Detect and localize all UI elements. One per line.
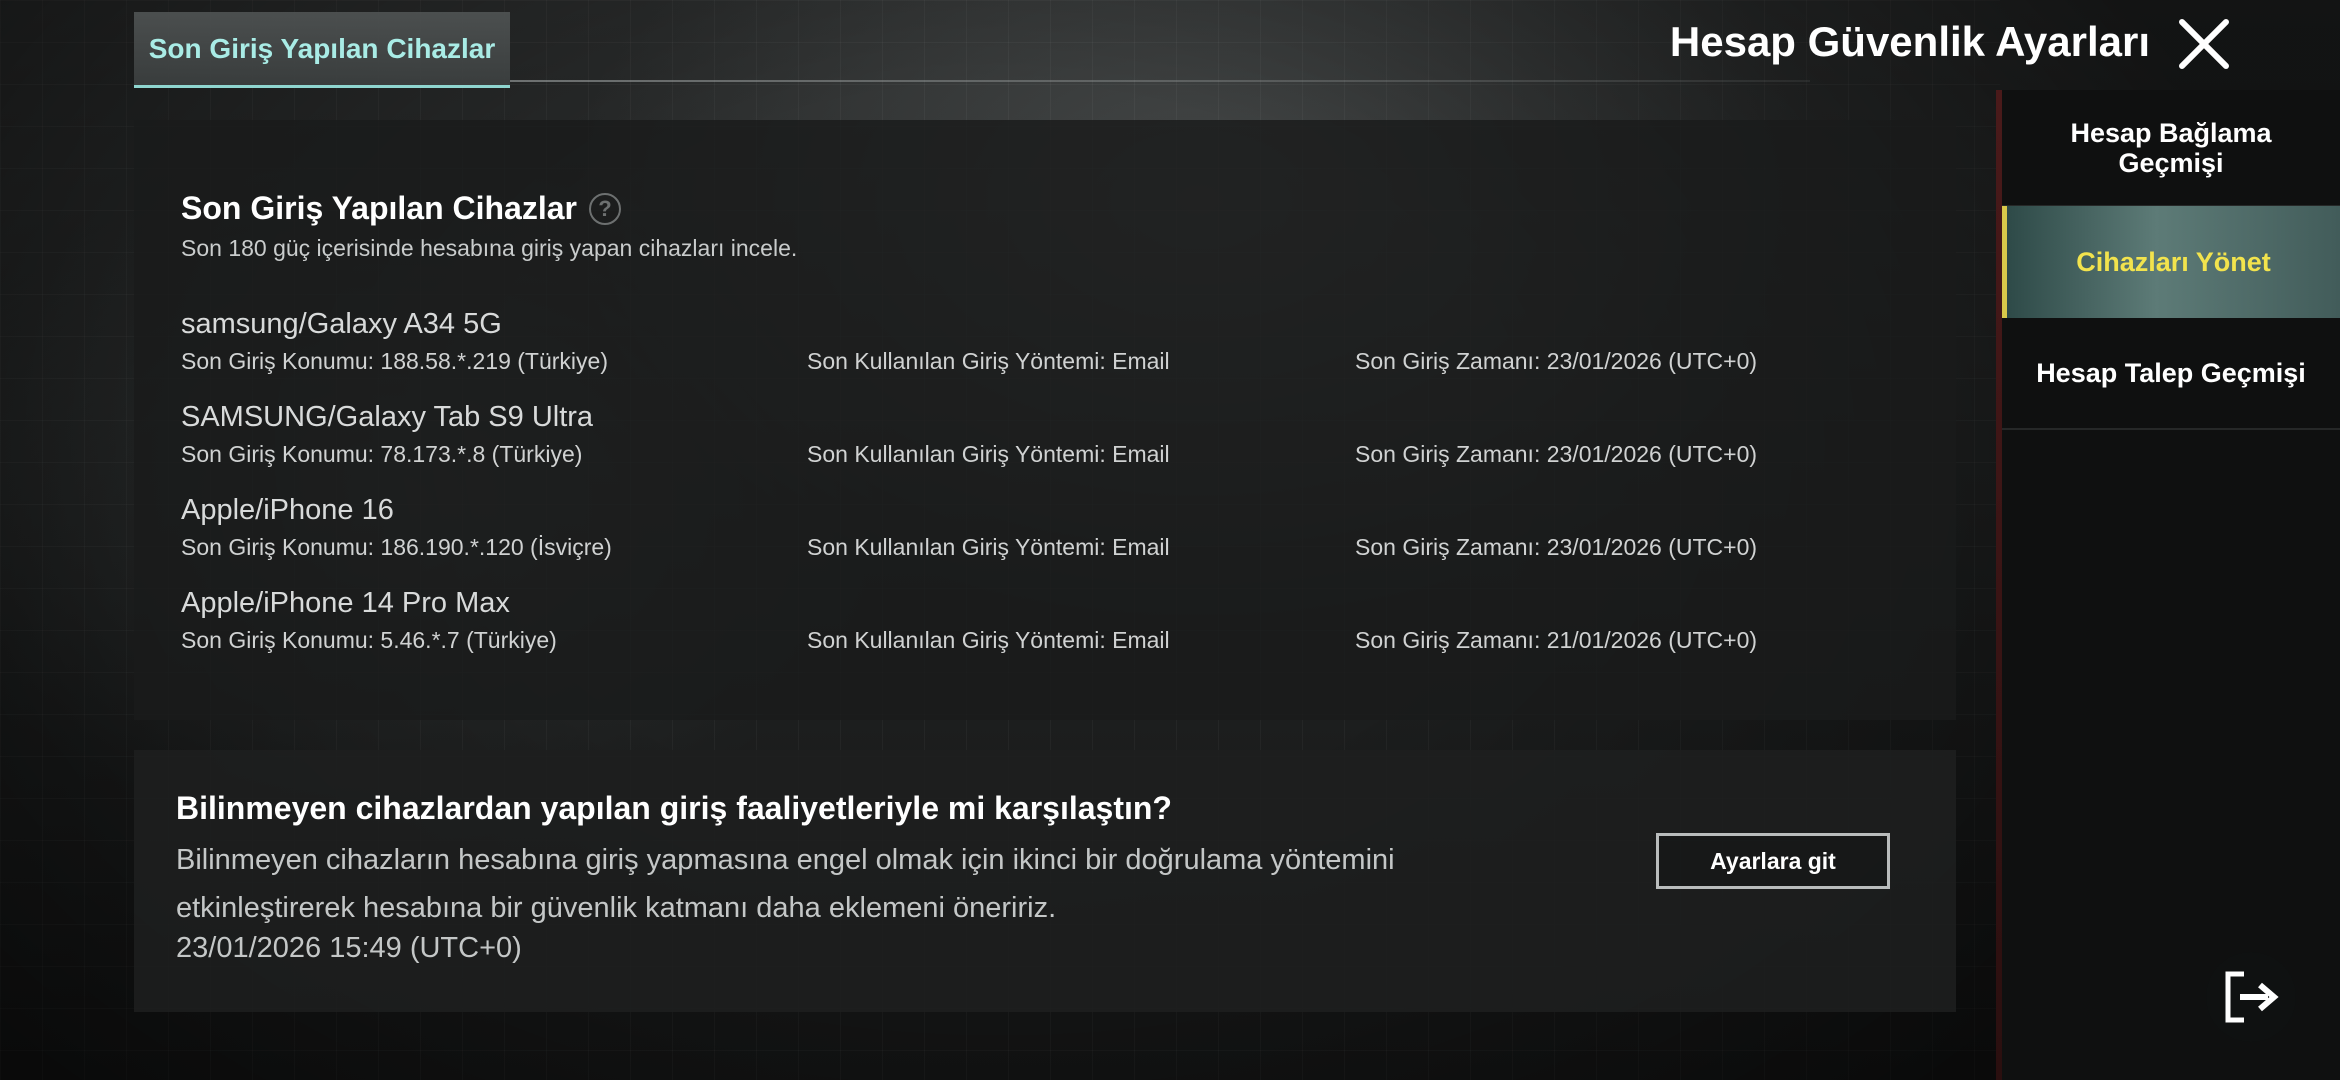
logout-button[interactable] (2206, 952, 2296, 1042)
header-divider (510, 80, 1810, 82)
device-name: samsung/Galaxy A34 5G (181, 308, 502, 340)
device-name: SAMSUNG/Galaxy Tab S9 Ultra (181, 401, 594, 433)
logout-icon (2225, 971, 2279, 1023)
device-login-time: Son Giriş Zamanı: 23/01/2026 (UTC+0) (1355, 348, 1758, 374)
panel-heading: Son Giriş Yapılan Cihazlar ? (181, 190, 621, 227)
page-title: Hesap Güvenlik Ayarları (1669, 18, 2150, 65)
notice-title: Bilinmeyen cihazlardan yapılan giriş faa… (176, 790, 1172, 826)
device-location: Son Giriş Konumu: 188.58.*.219 (Türkiye) (181, 348, 608, 374)
device-login-method: Son Kullanılan Giriş Yöntemi: Email (807, 348, 1170, 374)
device-location: Son Giriş Konumu: 5.46.*.7 (Türkiye) (181, 627, 557, 653)
device-login-time: Son Giriş Zamanı: 23/01/2026 (UTC+0) (1355, 534, 1758, 560)
device-name: Apple/iPhone 16 (181, 494, 394, 526)
sidebar: Hesap Bağlama Geçmişi Cihazları Yönet He… (2002, 90, 2340, 1080)
device-location: Son Giriş Konumu: 78.173.*.8 (Türkiye) (181, 441, 583, 467)
question-circle-icon[interactable]: ? (588, 192, 621, 225)
device-login-method: Son Kullanılan Giriş Yöntemi: Email (807, 441, 1170, 467)
go-to-settings-button[interactable]: Ayarlara git (1656, 833, 1890, 889)
sidebar-item-label: Hesap Bağlama Geçmişi (2070, 117, 2272, 178)
security-notice-panel: Bilinmeyen cihazlardan yapılan giriş faa… (134, 750, 1956, 1012)
notice-body: Bilinmeyen cihazların hesabına giriş yap… (176, 844, 1395, 924)
close-button[interactable] (2176, 16, 2232, 72)
device-item: samsung/Galaxy A34 5G Son Giriş Konumu: … (181, 308, 1921, 401)
screen: Son Giriş Yapılan Cihazlar Hesap Güvenli… (0, 0, 2340, 1080)
sidebar-item-label: Cihazları Yönet (2076, 247, 2271, 277)
panel-title: Son Giriş Yapılan Cihazlar (181, 190, 577, 226)
recent-devices-panel: Son Giriş Yapılan Cihazlar ? Son 180 güç… (134, 120, 1956, 720)
help-glyph: ? (598, 195, 612, 221)
panel-subtitle: Son 180 güç içerisinde hesabına giriş ya… (181, 235, 798, 261)
tab-recent-devices[interactable]: Son Giriş Yapılan Cihazlar (134, 12, 510, 88)
sidebar-item-label: Hesap Talep Geçmişi (2036, 358, 2306, 388)
device-login-time: Son Giriş Zamanı: 21/01/2026 (UTC+0) (1355, 627, 1758, 653)
sidebar-item-account-request-history[interactable]: Hesap Talep Geçmişi (2002, 318, 2340, 430)
device-name: Apple/iPhone 14 Pro Max (181, 587, 510, 619)
device-item: Apple/iPhone 16 Son Giriş Konumu: 186.19… (181, 494, 1921, 587)
device-item: Apple/iPhone 14 Pro Max Son Giriş Konumu… (181, 587, 1921, 680)
tab-recent-devices-label: Son Giriş Yapılan Cihazlar (148, 32, 496, 64)
sidebar-item-account-linking-history[interactable]: Hesap Bağlama Geçmişi (2002, 90, 2340, 206)
device-list: samsung/Galaxy A34 5G Son Giriş Konumu: … (181, 308, 1921, 680)
device-login-time: Son Giriş Zamanı: 23/01/2026 (UTC+0) (1355, 441, 1758, 467)
device-location: Son Giriş Konumu: 186.190.*.120 (İsviçre… (181, 534, 612, 560)
notice-date: 23/01/2026 15:49 (UTC+0) (176, 932, 522, 964)
close-icon (2179, 19, 2229, 69)
device-login-method: Son Kullanılan Giriş Yöntemi: Email (807, 534, 1170, 560)
sidebar-item-manage-devices[interactable]: Cihazları Yönet (2002, 206, 2340, 318)
device-login-method: Son Kullanılan Giriş Yöntemi: Email (807, 627, 1170, 653)
device-item: SAMSUNG/Galaxy Tab S9 Ultra Son Giriş Ko… (181, 401, 1921, 494)
